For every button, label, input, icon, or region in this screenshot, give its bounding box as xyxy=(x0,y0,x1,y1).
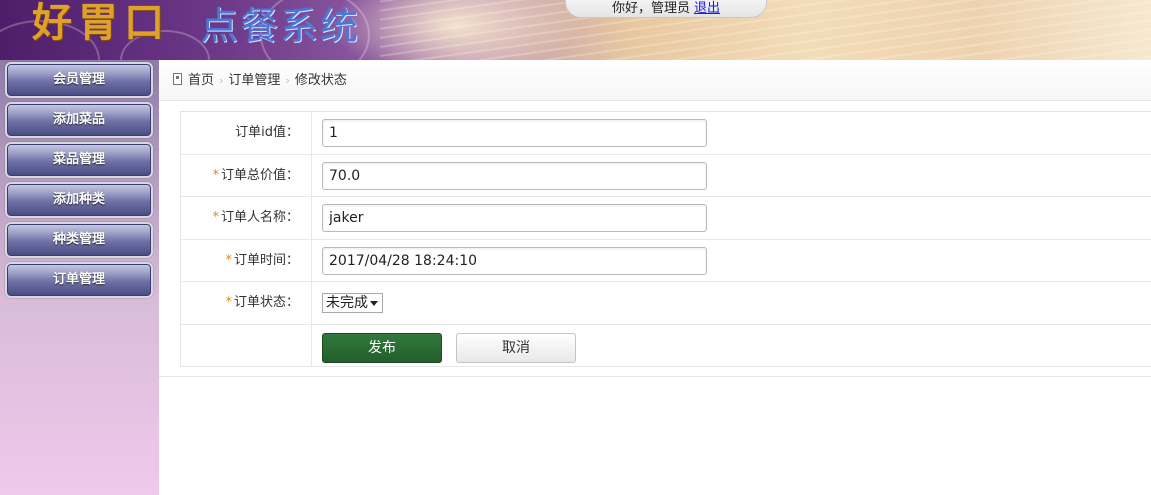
content-divider xyxy=(159,376,1151,377)
home-icon xyxy=(173,73,182,85)
banner-light-streaks xyxy=(380,0,1151,60)
order-id-label-text: 订单id值： xyxy=(235,125,299,140)
sidebar-item-dish-management[interactable]: 菜品管理 xyxy=(5,142,153,178)
chevron-right-icon: › xyxy=(219,74,224,87)
greeting-text: 你好，管理员 xyxy=(611,1,690,16)
cancel-button[interactable]: 取消 xyxy=(456,332,576,363)
required-mark: * xyxy=(212,210,219,225)
sidebar-item-add-category[interactable]: 添加种类 xyxy=(5,182,153,218)
logo-system-name: 点餐系统 xyxy=(200,4,361,48)
total-label-text: 订单总价值： xyxy=(220,167,299,183)
total-price-input[interactable] xyxy=(322,161,707,190)
customer-name-input[interactable] xyxy=(322,204,707,232)
chevron-right-icon: › xyxy=(285,74,290,87)
required-mark: * xyxy=(212,167,219,183)
order-edit-form: 订单id值： *订单总价值： *订单人名称： *订单时间： *订单状态： 未完成… xyxy=(180,111,1151,367)
customer-label: * 订单人名称： xyxy=(181,197,312,239)
order-id-input[interactable] xyxy=(322,119,707,147)
form-row-customer: * 订单人名称： xyxy=(180,197,1151,240)
sidebar-item-order-management[interactable]: 订单管理 xyxy=(5,262,153,298)
breadcrumb: 首页 › 订单管理 › 修改状态 xyxy=(159,60,1151,101)
breadcrumb-section[interactable]: 订单管理 xyxy=(228,73,280,88)
form-row-time: * 订单时间： xyxy=(180,239,1151,282)
header-banner: 好胃口 点餐系统 你好，管理员 退出 xyxy=(0,0,1151,60)
required-mark: * xyxy=(225,295,232,310)
main-content: 首页›订单管理›修改状态 订单id值： *订单总价值： *订单人名称： *订单时… xyxy=(159,60,1151,495)
sidebar-item-member-management[interactable]: 会员管理 xyxy=(5,62,153,98)
total-label: * 订单总价值： xyxy=(181,154,312,196)
actions-label-cell xyxy=(181,324,312,366)
logout-link[interactable]: 退出 xyxy=(694,1,720,16)
form-row-total: * 订单总价值： xyxy=(180,154,1151,197)
status-label-text: 订单状态： xyxy=(233,295,299,310)
logo-brand: 好胃口 xyxy=(32,0,170,46)
order-id-label: 订单id值： xyxy=(181,112,312,154)
sidebar: 会员管理 添加菜品 菜品管理 添加种类 种类管理 订单管理 xyxy=(0,60,159,495)
order-status-select[interactable]: 未完成 xyxy=(322,293,383,313)
customer-label-text: 订单人名称： xyxy=(220,210,299,225)
time-label: * 订单时间： xyxy=(181,239,312,281)
required-mark: * xyxy=(225,252,232,268)
publish-button[interactable]: 发布 xyxy=(322,332,442,363)
sidebar-item-add-dish[interactable]: 添加菜品 xyxy=(5,102,153,138)
form-row-order-id: 订单id值： xyxy=(180,112,1151,155)
breadcrumb-current: 修改状态 xyxy=(294,73,347,88)
order-time-input[interactable] xyxy=(322,246,707,275)
form-row-status: * 订单状态： 未完成 xyxy=(180,282,1151,325)
status-label: * 订单状态： xyxy=(181,282,312,324)
breadcrumb-home[interactable]: 首页 xyxy=(188,73,214,88)
order-status-selected-value: 未完成 xyxy=(326,295,368,311)
sidebar-item-category-management[interactable]: 种类管理 xyxy=(5,222,153,258)
user-info-bar: 你好，管理员 退出 xyxy=(565,0,767,18)
time-label-text: 订单时间： xyxy=(233,252,299,268)
form-row-actions: 发布 取消 xyxy=(180,324,1151,367)
